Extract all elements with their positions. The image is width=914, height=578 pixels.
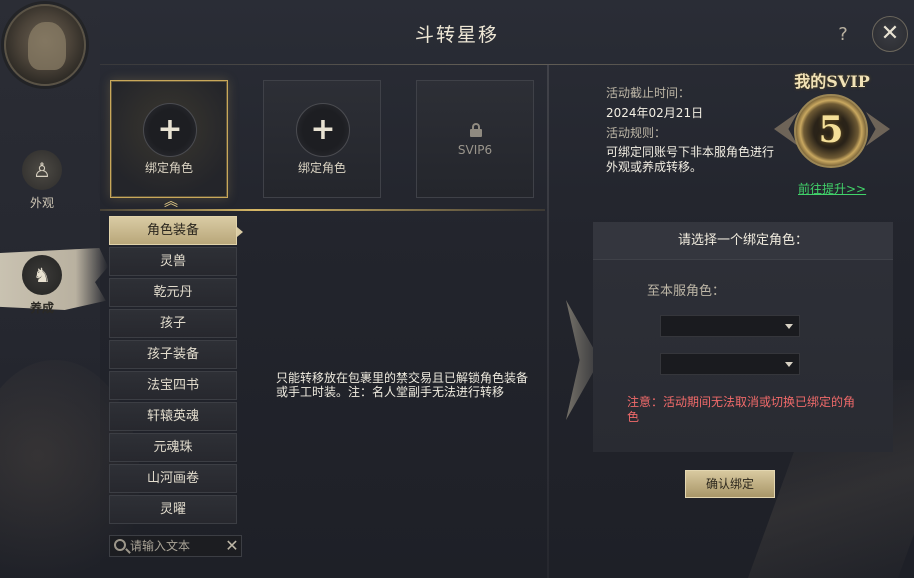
panel-divider bbox=[547, 64, 549, 578]
character-icon: ♞ bbox=[22, 255, 62, 295]
activity-info: 活动截止时间： 2024年02月21日 活动规则： 可绑定同账号下非本服角色进行… bbox=[606, 83, 776, 175]
bind-slot-2[interactable]: + 绑定角色 bbox=[263, 80, 381, 198]
plus-icon: + bbox=[143, 103, 197, 157]
category-description: 只能转移放在包裹里的禁交易且已解锁角色装备或手工时装。注：名人堂副手无法进行转移 bbox=[276, 371, 529, 399]
tab-cultivation-label: 养成 bbox=[29, 301, 54, 315]
bind-notice: 注意：活动期间无法取消或切换已绑定的角色 bbox=[627, 395, 856, 424]
deadline-value: 2024年02月21日 bbox=[606, 106, 704, 120]
lock-icon bbox=[469, 123, 483, 137]
header-divider bbox=[100, 64, 914, 65]
category-item[interactable]: 角色装备 bbox=[109, 216, 237, 245]
category-item[interactable]: 灵兽 bbox=[109, 247, 237, 276]
bind-slot-1[interactable]: + 绑定角色 bbox=[110, 80, 228, 198]
bind-slot-locked[interactable]: SVIP6 bbox=[416, 80, 534, 198]
server-role-label: 至本服角色： bbox=[647, 284, 726, 299]
search-icon bbox=[114, 539, 126, 551]
chevron-down-icon bbox=[785, 324, 793, 329]
gold-divider bbox=[100, 209, 545, 211]
category-item[interactable]: 法宝四书 bbox=[109, 371, 237, 400]
bind-slot-label: 绑定角色 bbox=[144, 161, 193, 175]
bind-slot-label: 绑定角色 bbox=[297, 161, 346, 175]
search-box: ✕ bbox=[109, 535, 242, 557]
plus-icon: + bbox=[296, 103, 350, 157]
close-icon: ✕ bbox=[880, 21, 900, 46]
robe-icon: ♙ bbox=[22, 150, 62, 190]
clear-search-button[interactable]: ✕ bbox=[223, 536, 241, 556]
category-item[interactable]: 灵曜 bbox=[109, 495, 237, 524]
upgrade-link[interactable]: 前往提升>> bbox=[798, 180, 866, 197]
svip-level-ring: 5 bbox=[794, 94, 868, 168]
bind-panel-header: 请选择一个绑定角色： bbox=[593, 222, 893, 260]
rules-label: 活动规则： bbox=[606, 126, 667, 140]
tab-appearance[interactable]: ♙ 外观 bbox=[10, 150, 74, 211]
category-item[interactable]: 孩子 bbox=[109, 309, 237, 338]
side-rail: ♙ 外观 ♞ 养成 bbox=[0, 0, 140, 578]
role-select-2[interactable] bbox=[660, 353, 800, 375]
selected-pointer-icon bbox=[237, 227, 243, 237]
confirm-bind-button[interactable]: 确认绑定 bbox=[685, 470, 775, 498]
help-button[interactable]: ? bbox=[832, 24, 854, 46]
chevron-up-icon: ︽ bbox=[164, 194, 178, 210]
rules-text: 可绑定同账号下非本服角色进行外观或养成转移。 bbox=[606, 145, 775, 174]
category-item[interactable]: 元魂珠 bbox=[109, 433, 237, 462]
svip-title: 我的SVIP bbox=[794, 72, 870, 91]
category-item[interactable]: 孩子装备 bbox=[109, 340, 237, 369]
category-item[interactable]: 轩辕英魂 bbox=[109, 402, 237, 431]
category-item[interactable]: 乾元丹 bbox=[109, 278, 237, 307]
chevron-down-icon bbox=[785, 362, 793, 367]
svip-badge: 我的SVIP 5 bbox=[772, 68, 892, 183]
category-list: 角色装备 灵兽 乾元丹 孩子 孩子装备 法宝四书 轩辕英魂 元魂珠 山河画卷 灵… bbox=[109, 216, 239, 526]
svip-requirement-label: SVIP6 bbox=[457, 143, 493, 157]
role-select-1[interactable] bbox=[660, 315, 800, 337]
svip-level: 5 bbox=[818, 109, 844, 151]
category-item[interactable]: 山河画卷 bbox=[109, 464, 237, 493]
deadline-label: 活动截止时间： bbox=[606, 86, 691, 100]
close-button[interactable]: ✕ bbox=[872, 16, 908, 52]
search-input[interactable] bbox=[130, 537, 220, 555]
transfer-window: ♙ 外观 ♞ 养成 斗转星移 ? ✕ + 绑定角色 + 绑定角色 SVIP6 ︽… bbox=[0, 0, 914, 578]
tab-appearance-label: 外观 bbox=[29, 196, 54, 210]
wing-right-icon bbox=[866, 112, 890, 146]
window-title: 斗转星移 bbox=[414, 24, 499, 46]
bind-panel: 请选择一个绑定角色： 至本服角色： 注意：活动期间无法取消或切换已绑定的角色 bbox=[593, 222, 893, 452]
tab-cultivation[interactable]: ♞ 养成 bbox=[10, 255, 74, 316]
